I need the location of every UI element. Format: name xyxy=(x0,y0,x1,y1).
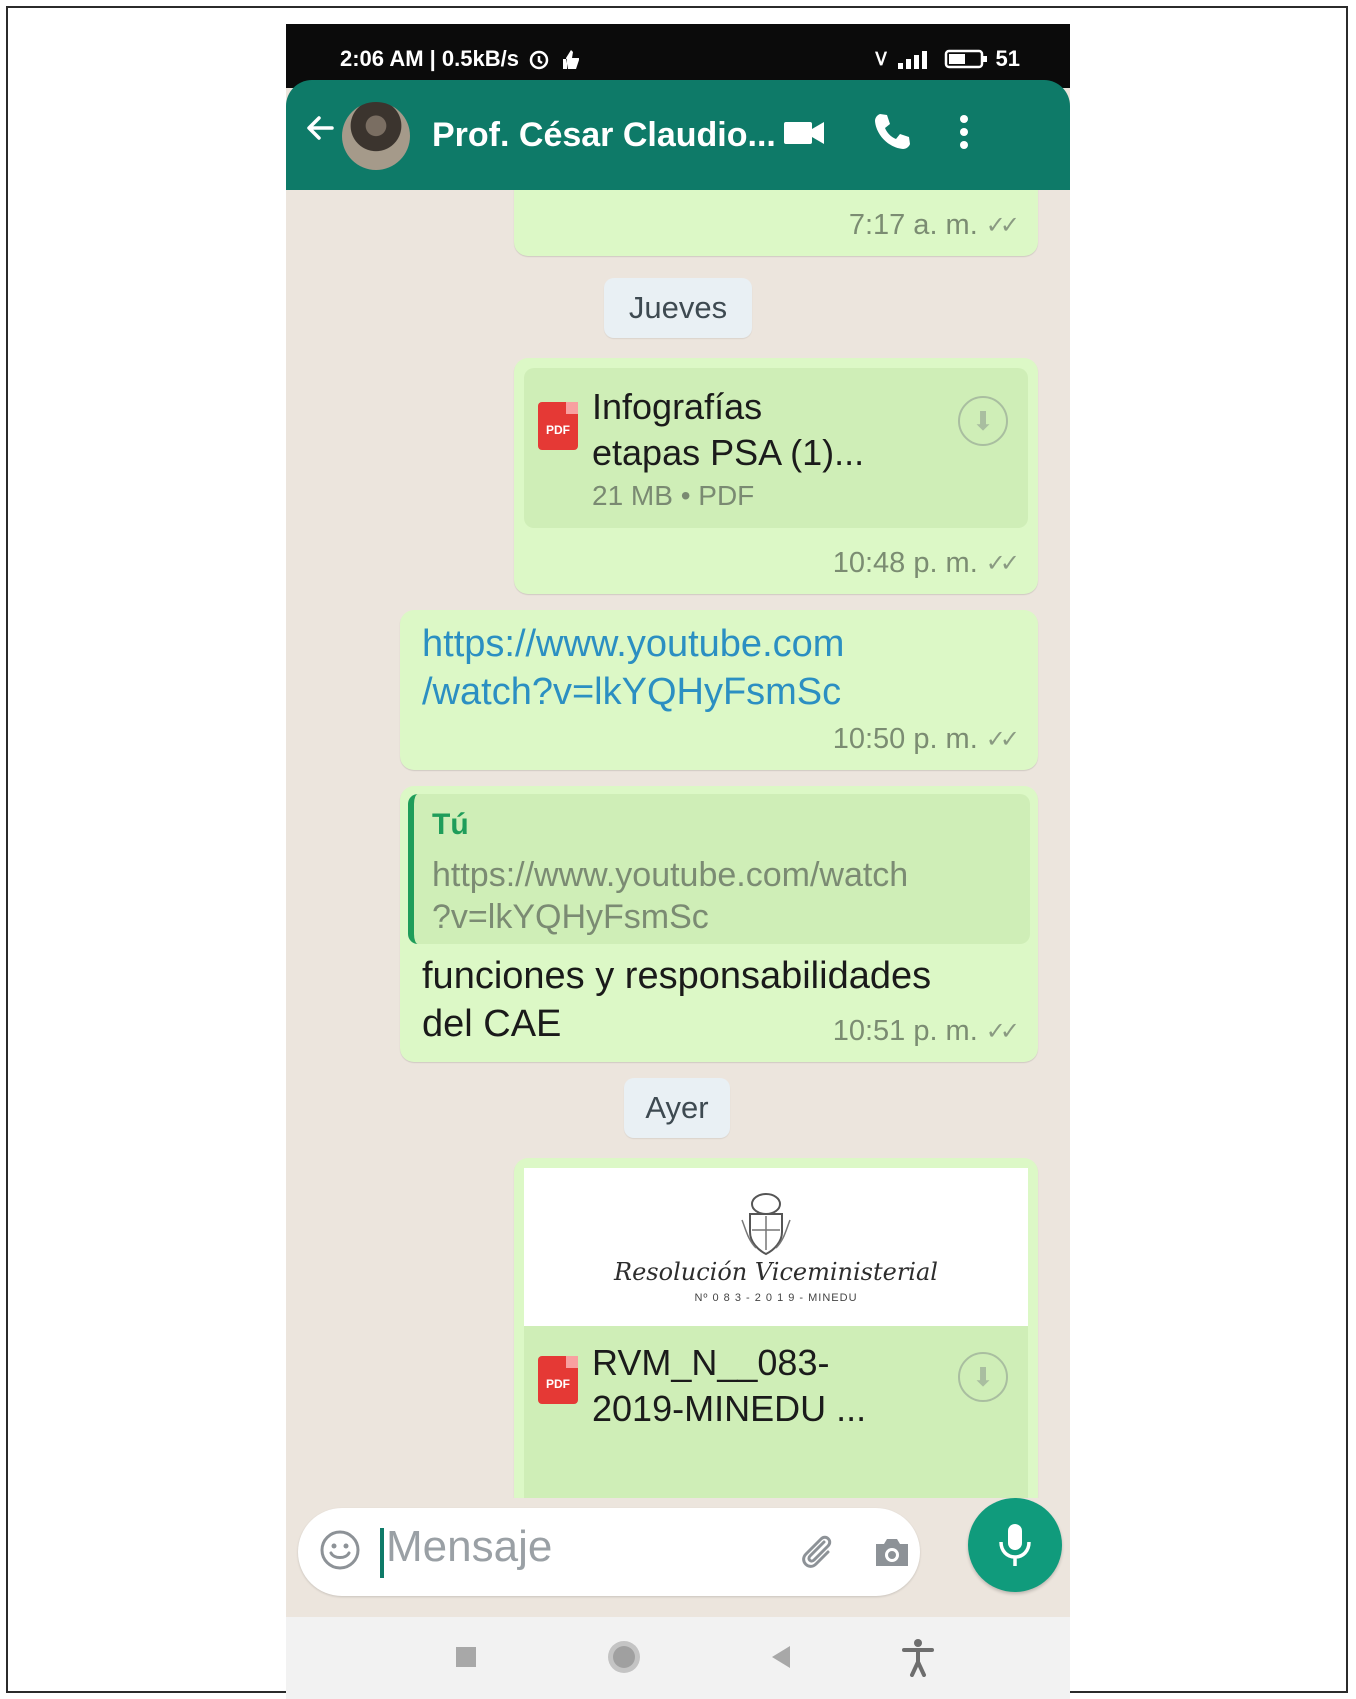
camera-icon[interactable] xyxy=(870,1530,914,1574)
video-call-icon[interactable] xyxy=(780,108,828,156)
signal-icon xyxy=(897,51,927,69)
message-time: 10:48 p. m. ✓✓ xyxy=(832,547,1020,579)
back-icon[interactable] xyxy=(762,1637,802,1677)
battery-icon xyxy=(944,49,987,69)
back-arrow-icon[interactable] xyxy=(300,110,340,150)
recent-apps-icon[interactable] xyxy=(446,1637,486,1677)
pdf-icon: PDF xyxy=(538,402,578,450)
date-separator: Ayer xyxy=(624,1078,730,1138)
phone-call-icon[interactable] xyxy=(868,108,916,156)
battery-level: 51 xyxy=(995,46,1020,71)
download-icon[interactable]: ⬇ xyxy=(958,1352,1008,1402)
attach-icon[interactable] xyxy=(794,1528,840,1574)
read-ticks-icon: ✓✓ xyxy=(985,550,1020,577)
quote-text-line2: ?v=lkYQHyFsmSc xyxy=(432,898,709,936)
document-card[interactable]: PDF Infografías etapas PSA (1)... 21 MB … xyxy=(524,368,1028,528)
quote-author: Tú xyxy=(432,808,469,841)
status-bar: 2:06 AM | 0.5kB/s Ꮩ 51 xyxy=(286,24,1070,88)
reply-message[interactable]: Tú https://www.youtube.com/watch ?v=lkYQ… xyxy=(400,786,1038,1062)
document-message[interactable]: PDF Infografías etapas PSA (1)... 21 MB … xyxy=(514,358,1038,594)
message-time: 7:17 a. m. ✓✓ xyxy=(848,209,1020,241)
message-time: 10:51 p. m. ✓✓ xyxy=(832,1015,1020,1047)
home-icon[interactable] xyxy=(604,1637,644,1677)
pdf-icon: PDF xyxy=(538,1356,578,1404)
document-message[interactable]: Resolución Viceministerial Nº 0 8 3 - 2 … xyxy=(514,1158,1038,1498)
document-name-line1: Infografías xyxy=(592,386,763,427)
message-bubble[interactable]: 7:17 a. m. ✓✓ xyxy=(514,190,1038,256)
document-name-line2: etapas PSA (1)... xyxy=(592,432,865,473)
chat-area: 7:17 a. m. ✓✓ Jueves PDF Infografías etap… xyxy=(286,190,1070,1498)
message-time: 10:50 p. m. ✓✓ xyxy=(832,723,1020,755)
microphone-button[interactable] xyxy=(968,1498,1062,1592)
link-message[interactable]: https://www.youtube.com /watch?v=lkYQHyF… xyxy=(400,610,1038,770)
status-time-speed: 2:06 AM | 0.5kB/s xyxy=(340,46,519,71)
text-caret xyxy=(380,1528,384,1578)
document-name-line2: 2019-MINEDU ... xyxy=(592,1388,867,1429)
message-link-line1[interactable]: https://www.youtube.com xyxy=(422,620,844,668)
preview-subtitle: Nº 0 8 3 - 2 0 1 9 - MINEDU xyxy=(694,1292,858,1304)
accessibility-icon[interactable] xyxy=(898,1637,938,1677)
volte-icon: Ꮩ xyxy=(875,48,888,69)
emoji-icon[interactable] xyxy=(318,1528,362,1572)
message-text-line1: funciones y responsabilidades xyxy=(422,955,932,997)
read-ticks-icon: ✓✓ xyxy=(985,1018,1020,1045)
microphone-icon xyxy=(999,1524,1031,1566)
document-card[interactable]: PDF RVM_N__083- 2019-MINEDU ... ⬇ xyxy=(524,1326,1028,1498)
phone-screen: 2:06 AM | 0.5kB/s Ꮩ 51 Prof. César Claud… xyxy=(286,24,1070,1699)
quote-text-line1: https://www.youtube.com/watch xyxy=(432,856,909,894)
document-meta: 21 MB • PDF xyxy=(592,480,755,511)
download-icon[interactable]: ⬇ xyxy=(958,396,1008,446)
quoted-message[interactable]: Tú https://www.youtube.com/watch ?v=lkYQ… xyxy=(408,794,1030,944)
chat-header: Prof. César Claudio... xyxy=(286,80,1070,190)
avatar[interactable] xyxy=(342,102,410,170)
read-ticks-icon: ✓✓ xyxy=(985,212,1020,239)
read-ticks-icon: ✓✓ xyxy=(985,726,1020,753)
coat-of-arms-icon xyxy=(741,1193,791,1256)
date-separator: Jueves xyxy=(604,278,752,338)
thumbs-up-icon xyxy=(562,50,579,69)
contact-name[interactable]: Prof. César Claudio... xyxy=(432,116,776,155)
message-link-line2[interactable]: /watch?v=lkYQHyFsmSc xyxy=(422,668,841,716)
document-preview[interactable]: Resolución Viceministerial Nº 0 8 3 - 2 … xyxy=(524,1168,1028,1326)
alarm-icon xyxy=(529,50,549,70)
document-name-line1: RVM_N__083- xyxy=(592,1342,830,1383)
message-input[interactable]: Mensaje xyxy=(386,1522,552,1572)
message-composer[interactable]: Mensaje xyxy=(298,1508,920,1596)
preview-title: Resolución Viceministerial xyxy=(614,1258,938,1286)
message-text-line2: del CAE xyxy=(422,1003,562,1045)
system-nav-bar xyxy=(286,1617,1070,1699)
more-options-icon[interactable] xyxy=(940,108,988,156)
